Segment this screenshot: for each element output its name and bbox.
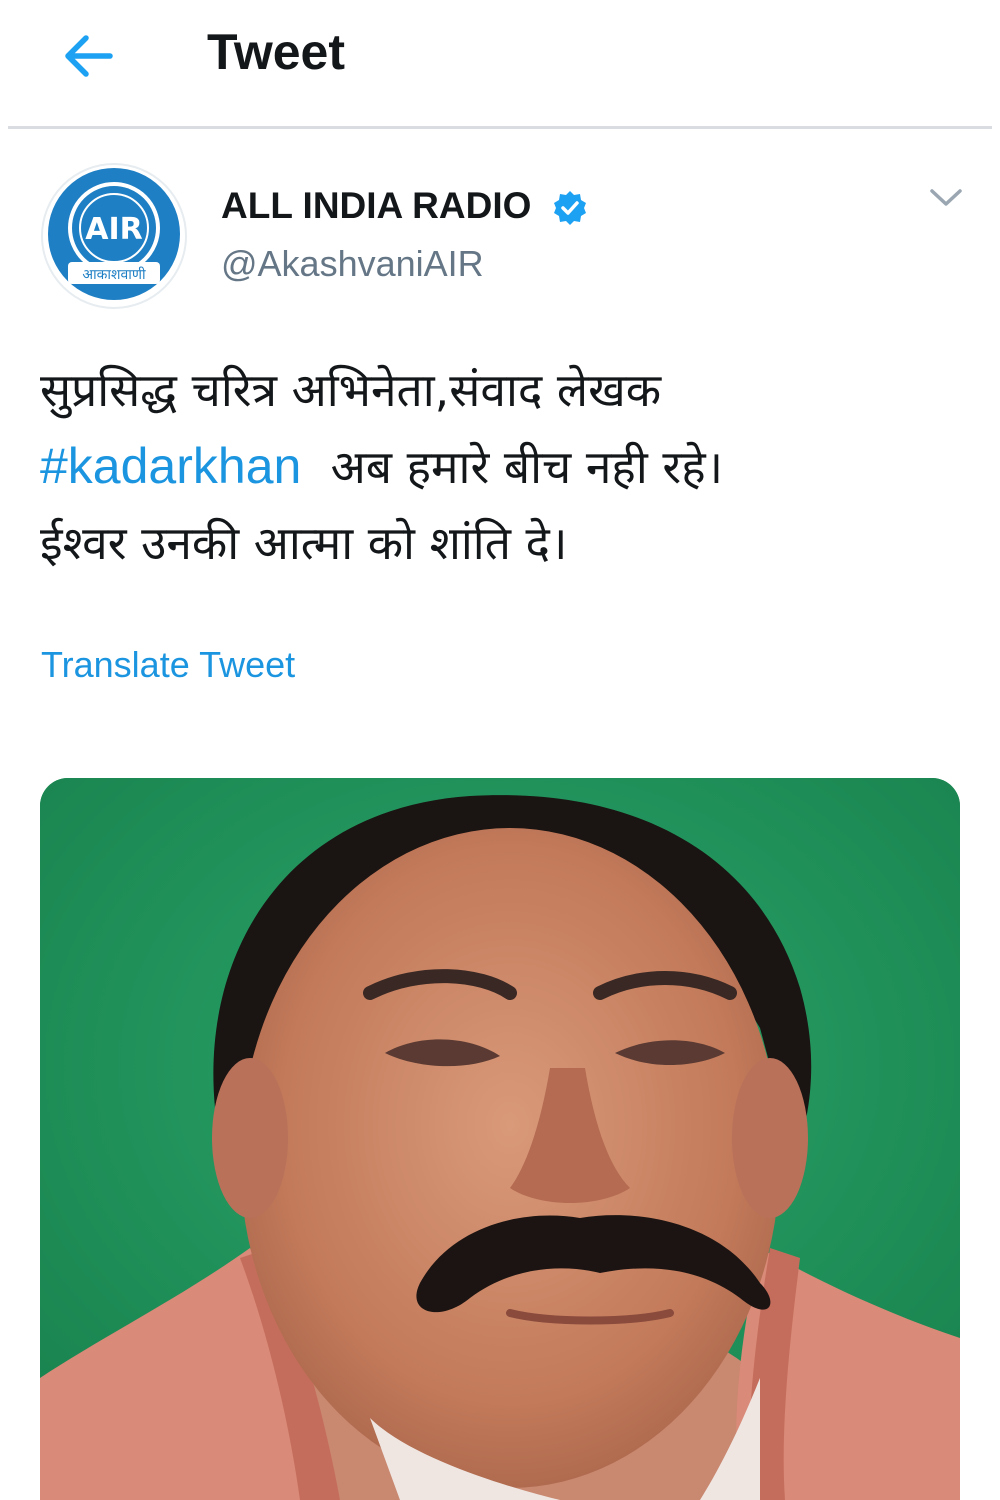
svg-text:आकाशवाणी: आकाशवाणी [82, 266, 146, 283]
tweet-text: सुप्रसिद्ध चरित्र अभिनेता,संवाद लेखक #ka… [40, 352, 980, 581]
header-divider [8, 126, 992, 129]
all-india-radio-logo: AIR आकाशवाणी [41, 163, 187, 309]
tweet-text-line: ईश्वर उनकी आत्मा को शांति दे। [40, 516, 568, 570]
tweet-text-line: #kadarkhan अब हमारे बीच नही रहे। [40, 428, 980, 505]
top-app-bar: Tweet [0, 0, 1000, 126]
back-button[interactable] [50, 18, 126, 94]
verified-badge-icon [554, 191, 586, 225]
translate-tweet-link[interactable]: Translate Tweet [41, 640, 295, 690]
svg-text:AIR: AIR [85, 212, 142, 247]
tweet-text-segment: अब हमारे बीच नही रहे। [330, 440, 724, 494]
author-handle[interactable]: @AkashvaniAIR [221, 240, 484, 288]
chevron-down-icon [930, 189, 962, 206]
tweet-options-button[interactable] [920, 176, 972, 220]
page-title: Tweet [207, 24, 345, 80]
portrait-photo [40, 778, 960, 1500]
tweet-text-line: सुप्रसिद्ध चरित्र अभिनेता,संवाद लेखक [40, 363, 662, 417]
author-name[interactable]: ALL INDIA RADIO [221, 182, 531, 230]
avatar[interactable]: AIR आकाशवाणी [40, 162, 188, 310]
tweet-media-photo[interactable] [40, 778, 960, 1500]
hashtag-link[interactable]: #kadarkhan [40, 438, 301, 494]
arrow-left-icon [65, 35, 113, 77]
